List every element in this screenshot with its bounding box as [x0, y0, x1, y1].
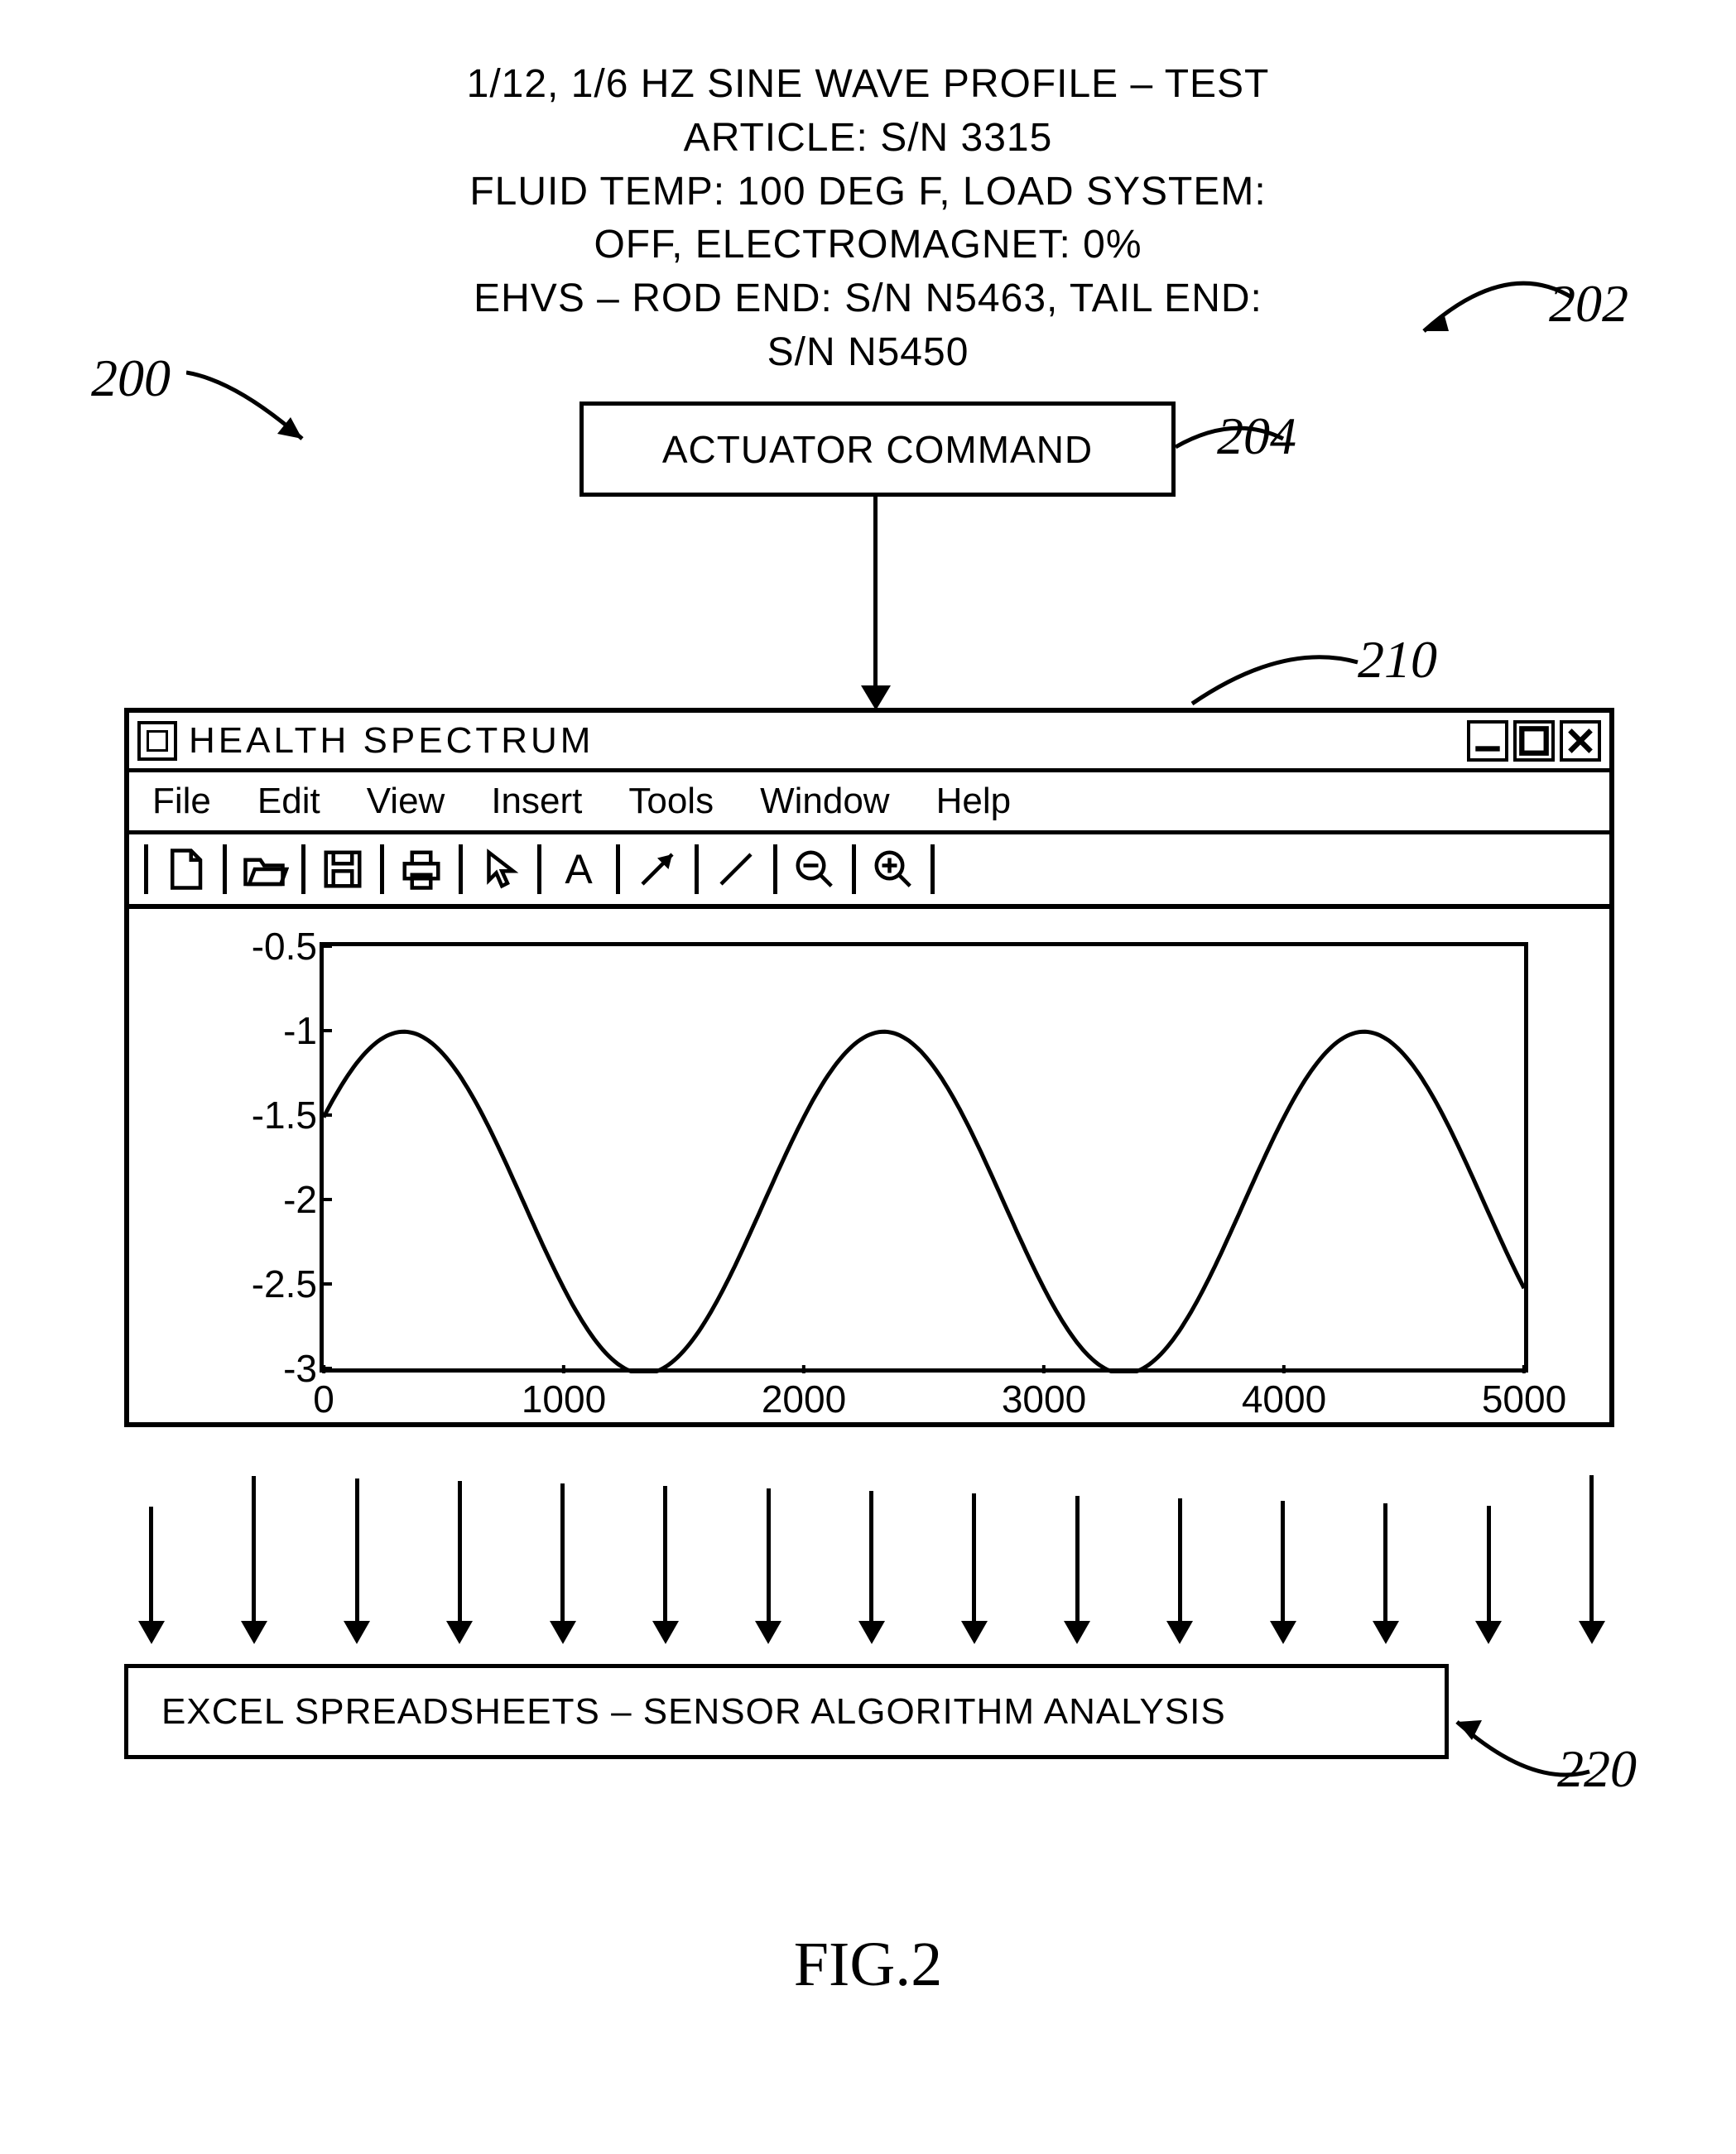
arrow-down [252, 1476, 256, 1623]
menu-view[interactable]: View [367, 781, 445, 822]
leader-220 [1440, 1689, 1606, 1788]
print-icon[interactable] [392, 844, 450, 894]
arrow-down [767, 1488, 771, 1623]
ytick: -2 [283, 1177, 317, 1222]
xtick: 4000 [1242, 1377, 1326, 1421]
arrow-ne-icon[interactable] [628, 844, 686, 894]
header-line-2: FLUID TEMP: 100 DEG F, LOAD SYSTEM: OFF,… [434, 166, 1302, 273]
arrow-down [560, 1483, 565, 1623]
window-title: HEALTH SPECTRUM [189, 720, 594, 762]
xtick: 5000 [1482, 1377, 1566, 1421]
actuator-command-box: ACTUATOR COMMAND [579, 401, 1176, 497]
arrow-down [458, 1481, 462, 1623]
actuator-to-window-arrow [873, 497, 878, 687]
menubar: File Edit View Insert Tools Window Help [129, 772, 1609, 834]
arrow-down [1281, 1501, 1285, 1623]
ytick: -2.5 [252, 1262, 317, 1306]
xtick: 2000 [762, 1377, 846, 1421]
pointer-icon[interactable] [471, 844, 529, 894]
text-a-icon[interactable]: A [550, 844, 608, 894]
header-text: 1/12, 1/6 HZ SINE WAVE PROFILE – TEST AR… [434, 58, 1302, 380]
menu-file[interactable]: File [152, 781, 211, 822]
zoom-out-icon[interactable] [786, 844, 844, 894]
app-window: HEALTH SPECTRUM File Edit View Insert To… [124, 708, 1614, 1427]
system-menu-icon[interactable] [137, 721, 177, 761]
xtick: 1000 [522, 1377, 606, 1421]
toolbar: A [129, 834, 1609, 909]
leader-202 [1407, 248, 1589, 348]
excel-label: EXCEL SPREADSHEETS – SENSOR ALGORITHM AN… [161, 1691, 1226, 1733]
open-icon[interactable] [235, 844, 293, 894]
leader-204 [1167, 414, 1300, 505]
sine-curve [324, 946, 1524, 1373]
titlebar: HEALTH SPECTRUM [129, 713, 1609, 772]
menu-insert[interactable]: Insert [491, 781, 582, 822]
zoom-in-icon[interactable] [864, 844, 922, 894]
arrow-down [1383, 1503, 1387, 1623]
menu-edit[interactable]: Edit [257, 781, 320, 822]
new-doc-icon[interactable] [156, 844, 214, 894]
xtick: 3000 [1002, 1377, 1086, 1421]
minimize-button[interactable] [1467, 720, 1508, 762]
menu-window[interactable]: Window [760, 781, 890, 822]
menu-tools[interactable]: Tools [628, 781, 714, 822]
ref-200: 200 [91, 348, 171, 409]
actuator-command-label: ACTUATOR COMMAND [662, 427, 1093, 472]
xtick: 0 [313, 1377, 334, 1421]
arrow-down [1075, 1496, 1080, 1623]
excel-spreadsheets-box: EXCEL SPREADSHEETS – SENSOR ALGORITHM AN… [124, 1664, 1449, 1759]
line-icon[interactable] [707, 844, 765, 894]
plot-frame: -0.5 -1 -1.5 -2 -2.5 -3 0 1000 2000 3000… [320, 942, 1528, 1373]
plot-area: -0.5 -1 -1.5 -2 -2.5 -3 0 1000 2000 3000… [129, 909, 1609, 1422]
arrow-down [1487, 1506, 1491, 1623]
arrow-down [355, 1478, 359, 1623]
arrow-down [972, 1493, 976, 1623]
arrow-down [149, 1507, 153, 1623]
leader-200 [186, 356, 335, 455]
window-to-excel-arrows [149, 1457, 1589, 1639]
ytick: -1.5 [252, 1093, 317, 1137]
ytick: -3 [283, 1346, 317, 1391]
ytick: -0.5 [252, 924, 317, 969]
figure-label: FIG.2 [794, 1929, 942, 2001]
arrow-down [869, 1491, 873, 1623]
header-line-1: 1/12, 1/6 HZ SINE WAVE PROFILE – TEST AR… [434, 58, 1302, 166]
menu-help[interactable]: Help [936, 781, 1012, 822]
header-line-3: EHVS – ROD END: S/N N5463, TAIL END: S/N… [434, 272, 1302, 380]
arrow-down [1589, 1475, 1594, 1623]
close-button[interactable] [1560, 720, 1601, 762]
maximize-button[interactable] [1513, 720, 1555, 762]
arrow-down [663, 1486, 667, 1623]
save-icon[interactable] [314, 844, 372, 894]
ytick: -1 [283, 1008, 317, 1053]
arrow-down [1178, 1498, 1182, 1623]
